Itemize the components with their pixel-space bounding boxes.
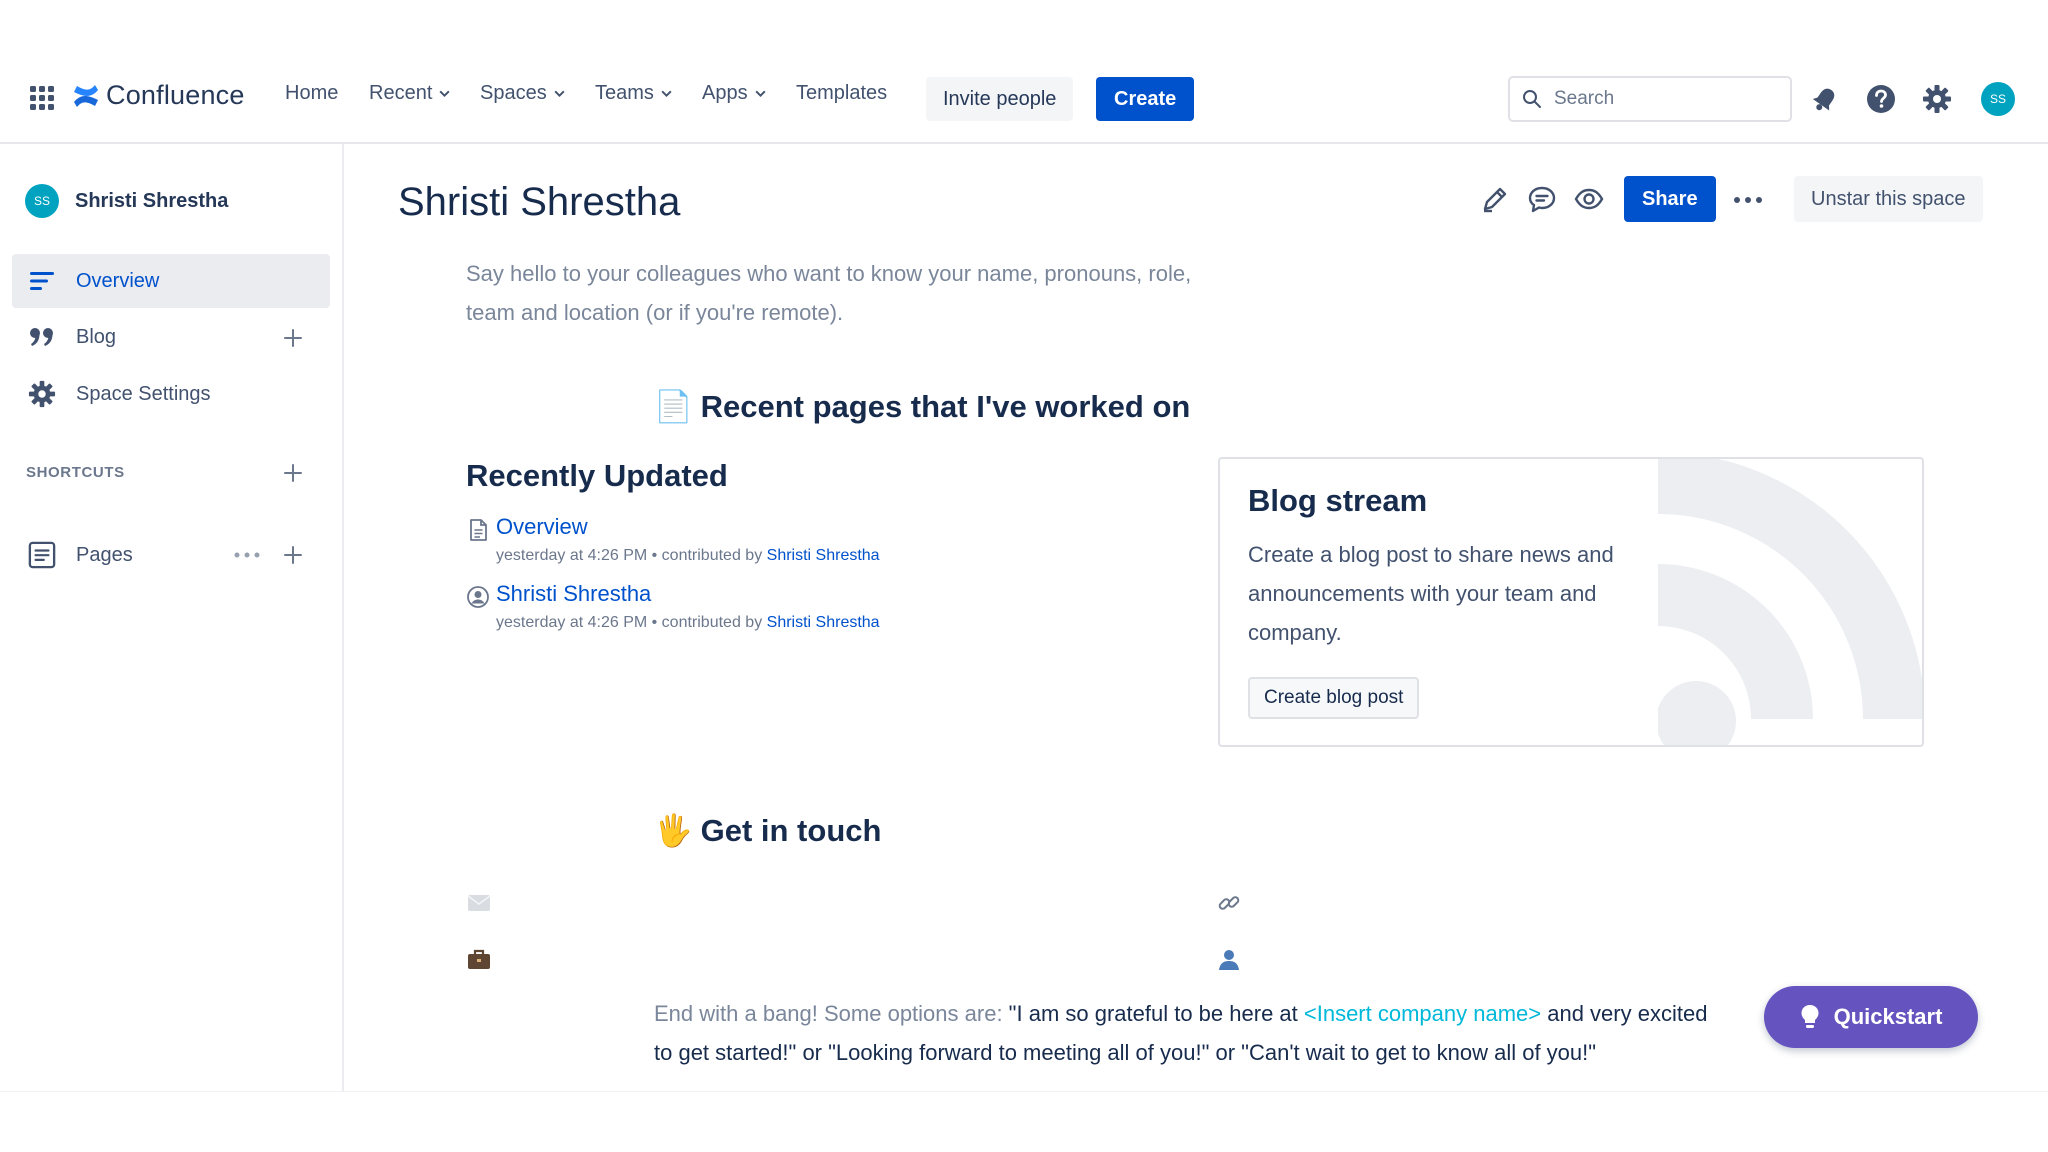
nav-recent-label: Recent — [369, 82, 433, 104]
add-page-plus-icon[interactable] — [282, 544, 304, 566]
space-avatar: SS — [25, 184, 59, 218]
add-shortcut-plus-icon[interactable] — [282, 462, 304, 484]
unstar-space-button[interactable]: Unstar this space — [1794, 176, 1983, 222]
gear-icon — [28, 380, 56, 408]
create-button[interactable]: Create — [1096, 77, 1195, 121]
intro-text: Say hello to your colleagues who want to… — [466, 261, 1192, 325]
search-input[interactable] — [1554, 88, 1764, 110]
link-icon — [1216, 890, 1242, 916]
edit-pencil-icon[interactable] — [1480, 184, 1510, 214]
company-placeholder: <Insert company name> — [1303, 1001, 1542, 1026]
space-name: Shristi Shrestha — [75, 189, 229, 212]
confluence-logo-icon — [74, 84, 98, 107]
recent-pages-heading: 📄 Recent pages that I've worked on — [654, 388, 1190, 425]
list-item: Overview yesterday at 4:26 PM • contribu… — [466, 514, 880, 565]
settings-icon[interactable] — [1922, 84, 1952, 114]
sidebar-item-space-settings[interactable]: Space Settings — [12, 367, 330, 421]
chevron-down-icon — [661, 90, 672, 98]
nav-templates-label: Templates — [796, 82, 888, 104]
recent-pages-heading-text: Recent pages that I've worked on — [700, 388, 1191, 424]
search-box[interactable] — [1508, 76, 1792, 122]
page-icon — [470, 519, 487, 541]
quickstart-button[interactable]: Quickstart — [1764, 986, 1978, 1048]
recent-page-link[interactable]: Overview — [496, 514, 880, 540]
notifications-icon[interactable] — [1810, 84, 1840, 114]
help-icon[interactable] — [1866, 84, 1896, 114]
nav-home[interactable]: Home — [285, 82, 338, 105]
recent-page-meta-text: yesterday at 4:26 PM • contributed by — [496, 614, 763, 631]
envelope-icon — [466, 890, 492, 916]
get-in-touch-heading: 🖐 Get in touch — [654, 812, 881, 849]
blog-stream-title: Blog stream — [1248, 483, 1428, 518]
quote-icon — [28, 323, 56, 351]
recent-page-meta: yesterday at 4:26 PM • contributed by Sh… — [496, 547, 880, 565]
get-in-touch-heading-text: Get in touch — [700, 812, 882, 848]
bottom-margin — [0, 1092, 2048, 1152]
nav-recent[interactable]: Recent — [369, 82, 451, 105]
add-blog-plus-icon[interactable] — [282, 327, 304, 349]
closing-prefix: End with a bang! Some options are: — [654, 1001, 1003, 1026]
nav-teams-label: Teams — [595, 82, 654, 104]
sidebar-item-label: Pages — [76, 543, 133, 566]
sidebar-item-overview[interactable]: Overview — [12, 254, 330, 308]
page-title: Shristi Shrestha — [398, 180, 681, 224]
invite-people-button[interactable]: Invite people — [926, 77, 1074, 121]
sidebar-item-label: Blog — [76, 325, 117, 348]
more-actions-icon[interactable] — [1732, 184, 1764, 216]
list-item: Shristi Shrestha yesterday at 4:26 PM • … — [466, 581, 880, 632]
nav-teams[interactable]: Teams — [595, 82, 673, 105]
contributor-link[interactable]: Shristi Shrestha — [767, 614, 880, 631]
briefcase-icon — [466, 946, 492, 972]
closing-quote-start: "I am so grateful to be here at — [1002, 1001, 1304, 1026]
sidebar-item-pages[interactable]: Pages — [12, 528, 232, 582]
top-navigation: Confluence Home Recent Spaces Teams Apps… — [0, 54, 2048, 144]
nav-apps-label: Apps — [702, 82, 748, 104]
recently-updated-title: Recently Updated — [466, 458, 728, 493]
user-circle-icon — [467, 586, 489, 608]
space-sidebar: SS Shristi Shrestha Overview Blog Space … — [0, 144, 344, 1092]
watch-eye-icon[interactable] — [1574, 184, 1604, 214]
blog-stream-card: Blog stream Create a blog post to share … — [1218, 457, 1924, 747]
pages-icon — [28, 541, 56, 569]
create-blog-post-button[interactable]: Create blog post — [1248, 677, 1420, 719]
nav-home-label: Home — [285, 82, 339, 104]
app-switcher-icon[interactable] — [28, 84, 56, 112]
page-content: Shristi Shrestha Share Unstar this space… — [346, 144, 2048, 1092]
sidebar-item-label: Overview — [76, 269, 160, 292]
page-emoji-icon: 📄 — [654, 389, 693, 424]
overview-icon — [28, 267, 56, 295]
user-avatar[interactable]: SS — [1981, 82, 2015, 116]
recent-page-link[interactable]: Shristi Shrestha — [496, 581, 880, 607]
nav-apps[interactable]: Apps — [702, 82, 767, 105]
comments-icon[interactable] — [1527, 184, 1557, 214]
closing-text: End with a bang! Some options are: "I am… — [654, 994, 1714, 1072]
chevron-down-icon — [439, 90, 450, 98]
chevron-down-icon — [554, 90, 565, 98]
nav-spaces-label: Spaces — [480, 82, 547, 104]
rss-feed-icon — [1658, 459, 1922, 745]
shortcuts-label: SHORTCUTS — [26, 464, 125, 481]
person-icon — [1216, 946, 1242, 972]
chevron-down-icon — [755, 90, 766, 98]
confluence-logo[interactable]: Confluence — [72, 80, 245, 111]
share-button[interactable]: Share — [1624, 176, 1716, 222]
contributor-link[interactable]: Shristi Shrestha — [767, 547, 880, 564]
recent-page-meta: yesterday at 4:26 PM • contributed by Sh… — [496, 614, 880, 632]
nav-templates[interactable]: Templates — [796, 82, 887, 105]
recent-page-meta-text: yesterday at 4:26 PM • contributed by — [496, 547, 763, 564]
space-header[interactable]: SS Shristi Shrestha — [25, 184, 228, 218]
more-options-icon[interactable] — [233, 544, 261, 566]
app-name: Confluence — [106, 80, 245, 110]
search-icon — [1523, 90, 1541, 108]
lightbulb-icon — [1801, 1005, 1819, 1028]
nav-spaces[interactable]: Spaces — [480, 82, 566, 105]
quickstart-label: Quickstart — [1833, 1004, 1943, 1029]
blog-stream-text: Create a blog post to share news and ann… — [1248, 542, 1614, 645]
sidebar-item-label: Space Settings — [76, 382, 211, 405]
wave-hand-icon: 🖐 — [654, 813, 693, 848]
